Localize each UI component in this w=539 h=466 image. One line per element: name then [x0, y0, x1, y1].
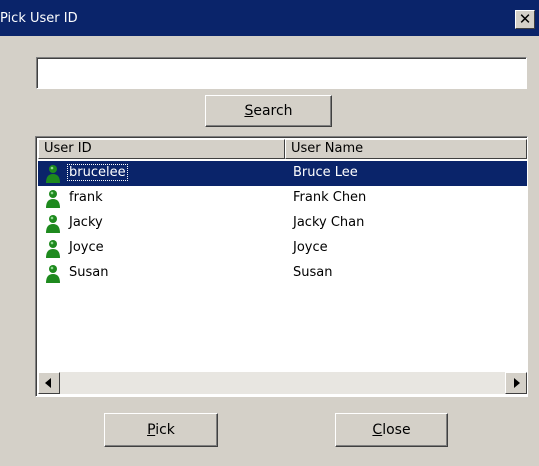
search-button-mnemonic: S — [244, 103, 254, 119]
user-name-cell: Jacky Chan — [293, 215, 365, 230]
column-header-user-name[interactable]: User Name — [285, 139, 527, 159]
horizontal-scrollbar[interactable] — [38, 372, 527, 394]
close-button-label: lose — [382, 422, 411, 438]
user-name-cell: Joyce — [293, 240, 328, 255]
window-close-button[interactable]: ✕ — [515, 10, 535, 29]
search-button-label: earch — [253, 103, 293, 119]
title-bar[interactable]: Pick User ID ✕ — [0, 0, 539, 36]
user-id-cell: brucelee — [67, 164, 128, 181]
user-list[interactable]: User ID User Name brucelee Bruce Lee fra… — [35, 136, 528, 397]
search-button[interactable]: Search — [205, 95, 332, 127]
close-icon: ✕ — [518, 10, 532, 28]
column-header-user-id[interactable]: User ID — [38, 139, 285, 159]
close-button[interactable]: Close — [335, 413, 448, 447]
pick-button[interactable]: Pick — [104, 413, 218, 447]
pick-user-id-dialog: Pick User ID ✕ Search User ID User Name … — [0, 0, 539, 466]
search-input[interactable] — [36, 57, 527, 89]
window-title: Pick User ID — [0, 11, 78, 26]
close-button-mnemonic: C — [372, 422, 383, 438]
table-row[interactable]: frank Frank Chen — [38, 186, 527, 211]
table-row[interactable]: Joyce Joyce — [38, 236, 527, 261]
column-header-user-id-label: User ID — [44, 141, 92, 156]
column-header-user-name-label: User Name — [291, 141, 364, 156]
scroll-left-button[interactable] — [38, 372, 60, 394]
list-rows: brucelee Bruce Lee frank Frank Chen Jack… — [38, 161, 527, 286]
pick-button-label: ick — [155, 422, 175, 438]
user-icon — [46, 240, 60, 258]
user-name-cell: Frank Chen — [293, 190, 367, 205]
user-icon — [46, 215, 60, 233]
table-row[interactable]: Susan Susan — [38, 261, 527, 286]
table-row[interactable]: brucelee Bruce Lee — [38, 161, 527, 186]
arrow-left-icon — [45, 378, 51, 388]
user-name-cell: Bruce Lee — [293, 165, 358, 180]
scroll-right-button[interactable] — [505, 372, 527, 394]
user-icon — [46, 190, 60, 208]
user-icon — [46, 165, 60, 183]
list-header: User ID User Name — [38, 139, 527, 159]
user-id-cell: Joyce — [69, 240, 104, 255]
user-id-cell: Jacky — [69, 215, 103, 230]
arrow-right-icon — [514, 378, 520, 388]
user-icon — [46, 265, 60, 283]
user-name-cell: Susan — [293, 265, 333, 280]
table-row[interactable]: Jacky Jacky Chan — [38, 211, 527, 236]
user-id-cell: Susan — [69, 265, 109, 280]
user-id-cell: frank — [69, 190, 103, 205]
pick-button-mnemonic: P — [147, 422, 156, 438]
